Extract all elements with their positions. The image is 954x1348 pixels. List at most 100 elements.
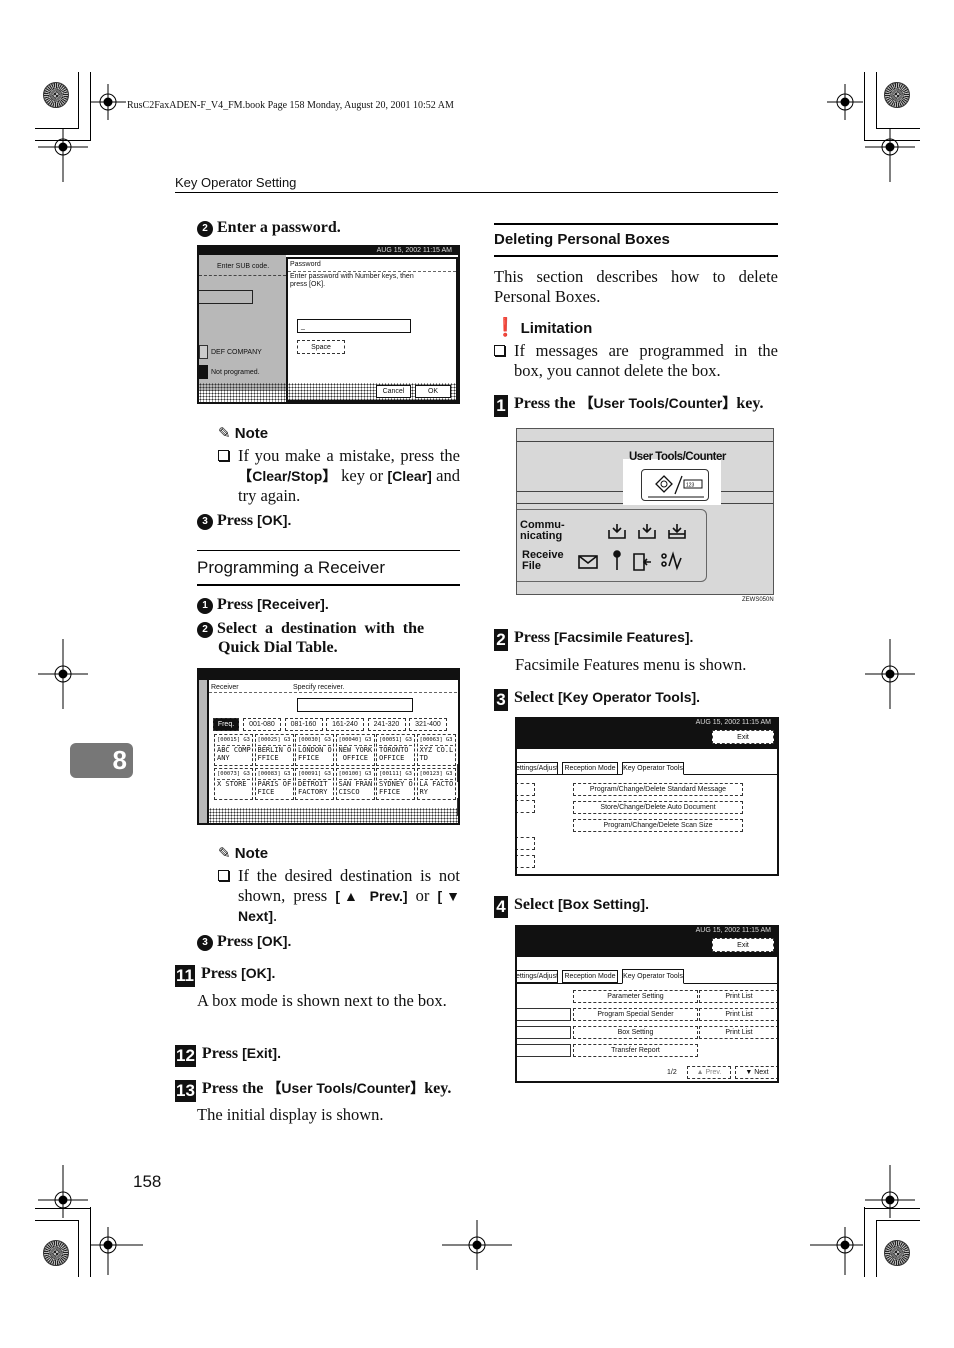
side-button[interactable]: [517, 855, 535, 868]
exit-button[interactable]: Exit: [712, 730, 774, 744]
entry-mode: G3: [364, 737, 372, 743]
quick-dial-entry[interactable]: [00091] G3 DETROIT FACTORY: [295, 768, 334, 800]
entry-id: [00100] G3: [338, 770, 372, 780]
entry-number: [00030]: [298, 737, 322, 743]
print-list-button[interactable]: Print List: [699, 990, 777, 1003]
entry-number: [00015]: [217, 737, 241, 743]
quick-dial-entry[interactable]: [00063] G3 XYZ CO.L TD: [416, 734, 456, 766]
box-setting-button[interactable]: Box Setting: [573, 1026, 698, 1039]
entry-number: [00040]: [338, 737, 362, 743]
entry-name-cont: FFICE: [298, 754, 320, 762]
entry-number: [00063]: [419, 737, 443, 743]
program-scan-size-button[interactable]: Program/Change/Delete Scan Size: [573, 819, 743, 832]
dialog-message-2: press [OK].: [290, 281, 326, 288]
space-button[interactable]: Space: [297, 340, 345, 354]
section-rule-bottom: [197, 584, 460, 586]
side-button[interactable]: [517, 783, 535, 796]
tab-settings-adjust[interactable]: ettings/Adjust: [517, 970, 558, 983]
dialog-title: Password: [290, 261, 321, 268]
cancel-button[interactable]: Cancel: [376, 385, 411, 398]
entry-number: [00073]: [217, 771, 241, 777]
control-panel-illustration: User Tools/Counter 123 Commu- nicating R…: [516, 428, 774, 595]
parameter-setting-button[interactable]: Parameter Setting: [573, 990, 698, 1003]
section-title-programming-receiver: Programming a Receiver: [197, 558, 386, 577]
entry-mode: G3: [445, 771, 453, 777]
entry-name-cont: RY: [419, 788, 428, 796]
program-standard-message-button[interactable]: Program/Change/Delete Standard Message: [573, 783, 743, 796]
receiver-screen: Receiver Specify receiver. Freq. 001-080 0…: [197, 668, 460, 825]
program-special-sender-button[interactable]: Program Special Sender: [573, 1008, 698, 1021]
quick-dial-entry[interactable]: [00123] G3 LA FACTO RY: [416, 768, 456, 800]
box-entry-def-company[interactable]: DEF COMPANY: [199, 345, 286, 359]
quick-dial-entry[interactable]: [00100] G3 SAN FRAN CISCO: [335, 768, 375, 800]
checkbox-bullet-icon: [494, 345, 505, 356]
side-button[interactable]: [517, 837, 535, 850]
quick-dial-entry[interactable]: [00030] G3 LONDON O FFICE: [295, 734, 334, 766]
pencil-icon: ✎: [218, 845, 231, 862]
tab-reception-mode[interactable]: Reception Mode: [562, 762, 618, 775]
step-2-description: Facsimile Features menu is shown.: [515, 655, 747, 674]
entry-id: [00123] G3: [419, 770, 453, 780]
tab-settings-adjust[interactable]: ettings/Adjust: [517, 762, 558, 775]
user-tools-counter-key[interactable]: 123: [641, 469, 709, 501]
exclamation-icon: ❗: [494, 317, 517, 337]
exit-button[interactable]: Exit: [712, 938, 774, 952]
checkbox-bullet-icon: [218, 870, 229, 881]
entry-number: [00083]: [257, 771, 281, 777]
tab-range-161-240[interactable]: 161-240: [326, 718, 364, 731]
next-button[interactable]: ▼ Next: [735, 1066, 777, 1079]
quick-dial-entry[interactable]: [00025] G3 BERLIN O FFICE: [254, 734, 294, 766]
entry-name-cont: FACTORY: [298, 788, 328, 796]
sub-code-field[interactable]: [199, 290, 253, 304]
scroll-up-button[interactable]: [457, 764, 458, 782]
quick-dial-entry[interactable]: [00051] G3 TORONTO OFFICE: [376, 734, 415, 766]
quick-dial-entry[interactable]: [00111] G3 SYDNEY O FFICE: [376, 768, 415, 800]
tab-frequent[interactable]: Freq.: [213, 718, 239, 731]
ok-button[interactable]: OK: [415, 385, 451, 398]
note-heading: ✎ Note: [218, 845, 269, 862]
receiver-input[interactable]: [297, 698, 413, 712]
quick-dial-entry[interactable]: [00073] G3 X STORE: [214, 768, 253, 800]
entry-id: [00073] G3: [217, 770, 250, 780]
tab-key-operator-tools[interactable]: Key Operator Tools: [622, 762, 684, 775]
entry-name-cont: FFICE: [257, 754, 279, 762]
svg-text:123: 123: [686, 483, 695, 489]
password-input[interactable]: _: [297, 319, 411, 333]
transfer-report-button[interactable]: Transfer Report: [573, 1044, 698, 1057]
box-entry-not-programmed[interactable]: Not programed.: [199, 365, 286, 379]
memory-icon: [668, 524, 686, 539]
tab-key-operator-tools[interactable]: Key Operator Tools: [622, 969, 684, 984]
entry-name: NEW YORK: [338, 745, 373, 754]
print-list-button[interactable]: Print List: [699, 1026, 777, 1039]
store-auto-document-button[interactable]: Store/Change/Delete Auto Document: [573, 801, 743, 814]
step-press-receiver: 1 Press [Receiver].: [197, 594, 329, 615]
box-setting-screen: AUG 15, 2002 11:15 AM Exit ettings/Adjus…: [515, 925, 779, 1083]
tab-range-241-320[interactable]: 241-320: [367, 718, 406, 731]
tab-range-081-160[interactable]: 081-160: [284, 718, 323, 731]
print-list-button[interactable]: Print List: [699, 1008, 777, 1021]
entry-name-cont: ANY: [217, 754, 230, 762]
prev-button[interactable]: ▲ Prev.: [687, 1066, 731, 1079]
entry-id: [00063] G3: [419, 736, 453, 746]
step-number-icon: 3: [197, 935, 213, 951]
step-4: 4 Select [Box Setting].: [494, 894, 649, 918]
step-press-ok-2: 3 Press [OK].: [197, 931, 291, 952]
quick-dial-entry[interactable]: [00040] G3 NEW YORK OFFICE: [335, 734, 375, 766]
step-13-description: The initial display is shown.: [197, 1105, 384, 1124]
tab-range-321-400[interactable]: 321-400: [409, 718, 447, 731]
key-operator-tools-screen: AUG 15, 2002 11:15 AM Exit ettings/Adjus…: [515, 717, 779, 876]
entry-name-cont: TD: [419, 754, 428, 762]
quick-dial-entry[interactable]: [00015] G3 ABC COMP ANY: [214, 734, 253, 766]
side-button[interactable]: [517, 800, 535, 813]
tab-range-001-080[interactable]: 001-080: [243, 718, 281, 731]
dialog-message: Enter password with Number keys, then: [290, 273, 414, 280]
step-number-icon: 4: [494, 896, 508, 918]
entry-name-cont: OFFICE: [379, 754, 405, 762]
entry-number: [00051]: [379, 737, 403, 743]
entry-number: [00123]: [419, 771, 443, 777]
quick-dial-entry[interactable]: [00083] G3 PARIS OF FICE: [254, 768, 294, 800]
password-dialog: Password Enter password with Number keys…: [286, 257, 458, 402]
entry-id: [00025] G3: [257, 736, 291, 746]
tab-reception-mode[interactable]: Reception Mode: [562, 970, 618, 983]
screen-datetime: AUG 15, 2002 11:15 AM: [517, 927, 777, 935]
